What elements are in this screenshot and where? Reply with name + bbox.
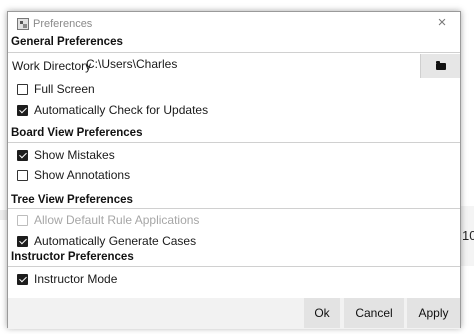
tree-view-preferences-heading: Tree View Preferences xyxy=(11,194,133,206)
allow-default-rule-label: Allow Default Rule Applications xyxy=(34,213,200,227)
show-mistakes-checkbox[interactable]: Show Mistakes xyxy=(17,147,115,163)
full-screen-check-box[interactable] xyxy=(17,83,28,95)
show-mistakes-check-box[interactable] xyxy=(17,149,28,161)
auto-check-updates-label: Automatically Check for Updates xyxy=(34,103,209,117)
general-preferences-heading: General Preferences xyxy=(11,36,123,48)
close-icon[interactable]: × xyxy=(434,15,450,31)
auto-generate-cases-check-box[interactable] xyxy=(17,235,28,247)
work-directory-field[interactable]: C:\Users\Charles xyxy=(86,57,177,71)
instructor-mode-checkbox[interactable]: Instructor Mode xyxy=(17,271,117,287)
cancel-button[interactable]: Cancel xyxy=(344,298,404,328)
show-annotations-check-box[interactable] xyxy=(17,169,28,181)
work-directory-label: Work Directory xyxy=(12,59,92,73)
board-view-preferences-heading: Board View Preferences xyxy=(11,127,143,139)
instructor-preferences-heading: Instructor Preferences xyxy=(11,251,134,263)
general-divider xyxy=(8,52,460,53)
auto-check-updates-check-box[interactable] xyxy=(17,104,28,116)
apply-button[interactable]: Apply xyxy=(407,298,460,328)
auto-generate-cases-checkbox[interactable]: Automatically Generate Cases xyxy=(17,233,196,249)
app-icon xyxy=(17,18,29,30)
auto-check-updates-checkbox[interactable]: Automatically Check for Updates xyxy=(17,102,208,118)
title-bar[interactable]: Preferences × xyxy=(8,12,460,36)
allow-default-rule-checkbox: Allow Default Rule Applications xyxy=(17,212,199,228)
button-bar: Ok Cancel Apply xyxy=(8,298,460,329)
full-screen-label: Full Screen xyxy=(34,82,95,96)
show-annotations-checkbox[interactable]: Show Annotations xyxy=(17,167,130,183)
browse-directory-button[interactable] xyxy=(420,54,460,78)
board-view-divider xyxy=(8,142,460,143)
instructor-mode-label: Instructor Mode xyxy=(34,272,118,286)
preferences-dialog: Preferences × General Preferences Work D… xyxy=(7,11,461,329)
full-screen-checkbox[interactable]: Full Screen xyxy=(17,81,95,97)
dialog-title: Preferences xyxy=(33,18,93,30)
tree-view-divider xyxy=(8,208,460,209)
allow-default-rule-check-box xyxy=(17,214,28,226)
background-partial-text: 10 xyxy=(462,228,474,243)
show-annotations-label: Show Annotations xyxy=(34,168,131,182)
auto-generate-cases-label: Automatically Generate Cases xyxy=(34,234,197,248)
instructor-mode-check-box[interactable] xyxy=(17,273,28,285)
folder-icon xyxy=(436,61,446,70)
ok-button[interactable]: Ok xyxy=(304,298,340,328)
instructor-divider xyxy=(8,266,460,267)
show-mistakes-label: Show Mistakes xyxy=(34,148,115,162)
